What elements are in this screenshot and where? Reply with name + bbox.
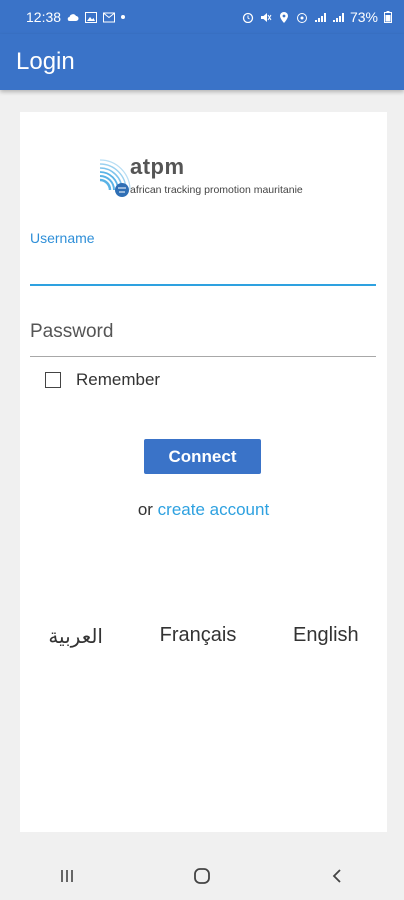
- cloud-icon: [67, 13, 79, 21]
- battery-percent: 73%: [349, 9, 378, 25]
- signal-icon: [314, 12, 326, 22]
- username-label: Username: [30, 230, 95, 246]
- alarm-icon: [242, 12, 254, 23]
- mute-icon: [260, 12, 272, 22]
- home-icon: [194, 868, 210, 884]
- connect-button[interactable]: Connect: [144, 439, 261, 474]
- username-input[interactable]: [30, 252, 376, 286]
- status-time: 12:38: [26, 9, 62, 25]
- remember-checkbox[interactable]: [45, 372, 61, 388]
- logo-name: atpm: [130, 154, 185, 179]
- location-icon: [279, 11, 288, 23]
- language-english[interactable]: English: [293, 624, 359, 649]
- language-french[interactable]: Français: [160, 624, 237, 649]
- home-button[interactable]: [182, 856, 222, 896]
- hotspot-icon: [296, 12, 307, 23]
- language-arabic[interactable]: العربية: [48, 624, 103, 649]
- mail-icon: [103, 12, 116, 22]
- recent-apps-icon: [61, 870, 74, 882]
- status-right: 73%: [242, 9, 392, 25]
- status-bar: 12:38 73%: [0, 0, 404, 34]
- remember-row[interactable]: Remember: [45, 370, 160, 390]
- page-title: Login: [16, 48, 75, 75]
- or-text: or: [137, 500, 153, 519]
- battery-icon: [384, 11, 392, 23]
- create-account-row: or create account: [20, 500, 387, 520]
- create-account-link[interactable]: create account: [158, 500, 270, 519]
- system-nav-bar: [0, 852, 404, 900]
- recent-apps-button[interactable]: [47, 856, 87, 896]
- signal-2-icon: [332, 12, 344, 22]
- back-button[interactable]: [317, 856, 357, 896]
- logo-tagline: african tracking promotion mauritanie: [130, 184, 303, 196]
- language-selector: العربية Français English: [20, 624, 387, 649]
- app-bar: Login: [0, 34, 404, 90]
- remember-label: Remember: [76, 370, 161, 389]
- notification-dot-icon: [121, 15, 126, 19]
- back-icon: [332, 869, 341, 883]
- image-icon: [85, 11, 98, 23]
- status-left: 12:38: [26, 9, 126, 25]
- logo-signal-icon: [99, 159, 131, 197]
- company-logo: atpm african tracking promotion mauritan…: [72, 150, 342, 202]
- password-input[interactable]: [30, 303, 376, 357]
- login-card: atpm african tracking promotion mauritan…: [20, 112, 387, 832]
